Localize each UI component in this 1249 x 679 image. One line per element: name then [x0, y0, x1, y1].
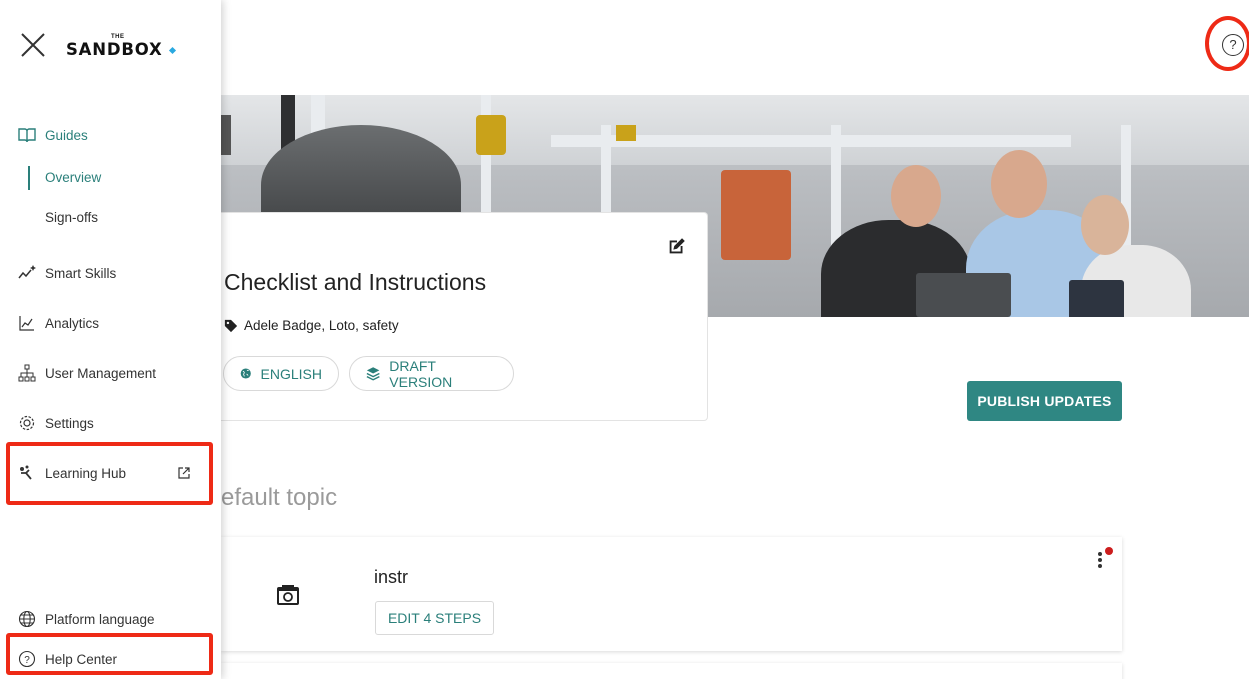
- notification-dot: [1105, 547, 1113, 555]
- sidebar-item-smart-skills[interactable]: Smart Skills: [18, 263, 116, 283]
- annotation-box: [6, 442, 213, 505]
- camera-icon: [277, 585, 299, 605]
- guide-info-card: Checklist and Instructions Adele Badge, …: [221, 212, 708, 421]
- sidebar-item-label: User Management: [45, 365, 157, 381]
- analytics-icon: [19, 316, 34, 331]
- sidebar-item-user-management[interactable]: User Management: [18, 363, 156, 383]
- book-icon: [18, 128, 36, 143]
- step-card[interactable]: [221, 663, 1122, 679]
- sidebar-item-guides[interactable]: Guides: [18, 125, 88, 145]
- sidebar-item-platform-language[interactable]: Platform language: [18, 609, 155, 629]
- tag-icon: [224, 319, 238, 332]
- sidebar-item-settings[interactable]: Settings: [18, 413, 94, 433]
- tags-text: Adele Badge, Loto, safety: [244, 318, 399, 333]
- more-options-icon[interactable]: [1097, 551, 1103, 569]
- sparkle-trend-icon: [18, 265, 36, 279]
- version-button[interactable]: DRAFT VERSION: [349, 356, 514, 391]
- active-indicator: [28, 166, 30, 190]
- topic-title: efault topic: [221, 484, 338, 511]
- globe-icon: [18, 610, 36, 628]
- sidebar-item-label: Analytics: [45, 315, 100, 331]
- close-icon[interactable]: [20, 32, 46, 58]
- version-label: DRAFT VERSION: [389, 357, 453, 390]
- globe-icon: [240, 368, 251, 379]
- step-name: instr: [374, 567, 409, 587]
- gear-icon: [19, 415, 35, 431]
- publish-updates-button[interactable]: PUBLISH UPDATES: [967, 381, 1122, 421]
- sidebar: THE SANDBOX Guides Overview Sign-offs Sm…: [0, 0, 221, 679]
- language-button[interactable]: ENGLISH: [223, 356, 339, 391]
- sidebar-item-signoffs[interactable]: Sign-offs: [45, 210, 98, 225]
- annotation-box: [6, 633, 213, 675]
- sidebar-item-label: Platform language: [45, 611, 155, 627]
- org-chart-icon: [18, 364, 36, 382]
- edit-icon[interactable]: [666, 235, 688, 257]
- annotation-circle: [1205, 16, 1249, 71]
- layers-icon: [366, 367, 380, 381]
- sidebar-item-label: Guides: [45, 127, 88, 143]
- guide-title: Checklist and Instructions: [224, 269, 487, 295]
- language-label: ENGLISH: [260, 365, 322, 382]
- tag-list: Adele Badge, Loto, safety: [224, 318, 399, 333]
- edit-steps-button[interactable]: EDIT 4 STEPS: [375, 601, 494, 635]
- step-card[interactable]: instr EDIT 4 STEPS: [221, 537, 1122, 651]
- sidebar-item-label: Smart Skills: [45, 265, 117, 281]
- sidebar-item-label: Settings: [45, 415, 94, 431]
- sidebar-item-overview[interactable]: Overview: [45, 170, 101, 185]
- sidebar-item-analytics[interactable]: Analytics: [18, 313, 99, 333]
